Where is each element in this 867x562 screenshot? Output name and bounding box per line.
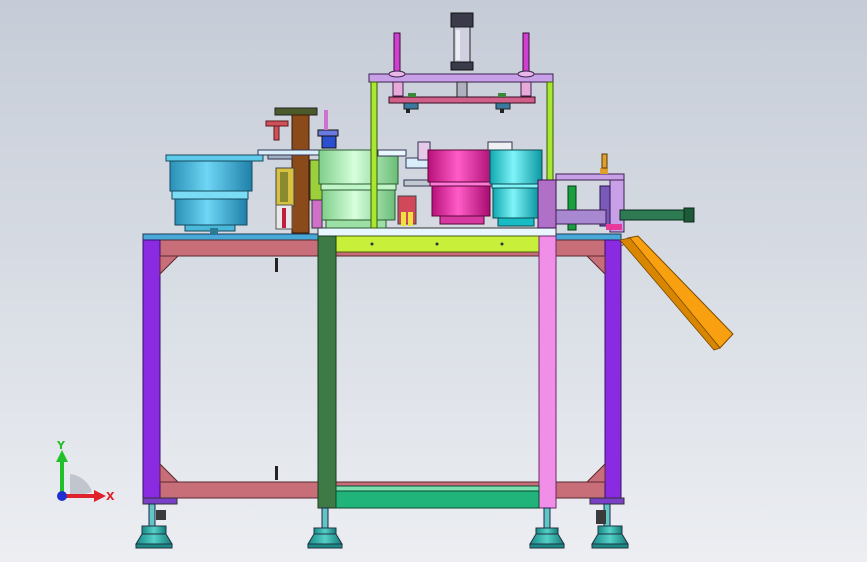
- center-support: [317, 227, 557, 509]
- vibratory-bowl-teal: [487, 141, 543, 227]
- vibratory-bowl-center: [318, 149, 407, 229]
- right-side-assembly: [537, 153, 695, 233]
- x-axis-label: X: [106, 490, 115, 503]
- foot-2: [307, 507, 343, 549]
- base-plate-left: [142, 497, 178, 505]
- z-axis-dot: [57, 491, 67, 501]
- discharge-chute: [619, 235, 734, 351]
- foot-1: [135, 503, 173, 549]
- vibratory-bowl-left: [165, 154, 264, 234]
- vibratory-bowl-magenta: [427, 149, 495, 225]
- center-column-right: [538, 235, 557, 509]
- gusset-bottom-left: [159, 462, 180, 483]
- gusset-top-left: [159, 255, 180, 276]
- right-leg: [604, 239, 622, 501]
- gusset-bottom-right: [585, 462, 606, 483]
- coordinate-triad: Y X: [56, 439, 115, 503]
- gusset-top-right: [585, 255, 606, 276]
- cad-viewport[interactable]: Y X: [0, 0, 867, 562]
- leveling-feet: [135, 503, 629, 549]
- base-plate-right: [589, 497, 625, 505]
- y-axis-label: Y: [56, 439, 66, 452]
- foot-4: [591, 503, 629, 549]
- bracket-left-upper: [275, 258, 278, 272]
- bracket-left-lower: [275, 466, 278, 480]
- crossbar-bolt: [435, 242, 439, 246]
- left-leg: [142, 239, 161, 501]
- center-top-plate: [317, 227, 557, 237]
- center-bottom-plate-top: [335, 485, 540, 492]
- x-axis-arrowhead: [94, 490, 106, 502]
- crossbar-bolt: [500, 242, 504, 246]
- foot-3: [529, 507, 565, 549]
- machine-assembly-model[interactable]: [0, 0, 867, 562]
- crossbar-bolt: [370, 242, 374, 246]
- center-column-left: [317, 235, 337, 509]
- center-bottom-plate: [335, 489, 540, 509]
